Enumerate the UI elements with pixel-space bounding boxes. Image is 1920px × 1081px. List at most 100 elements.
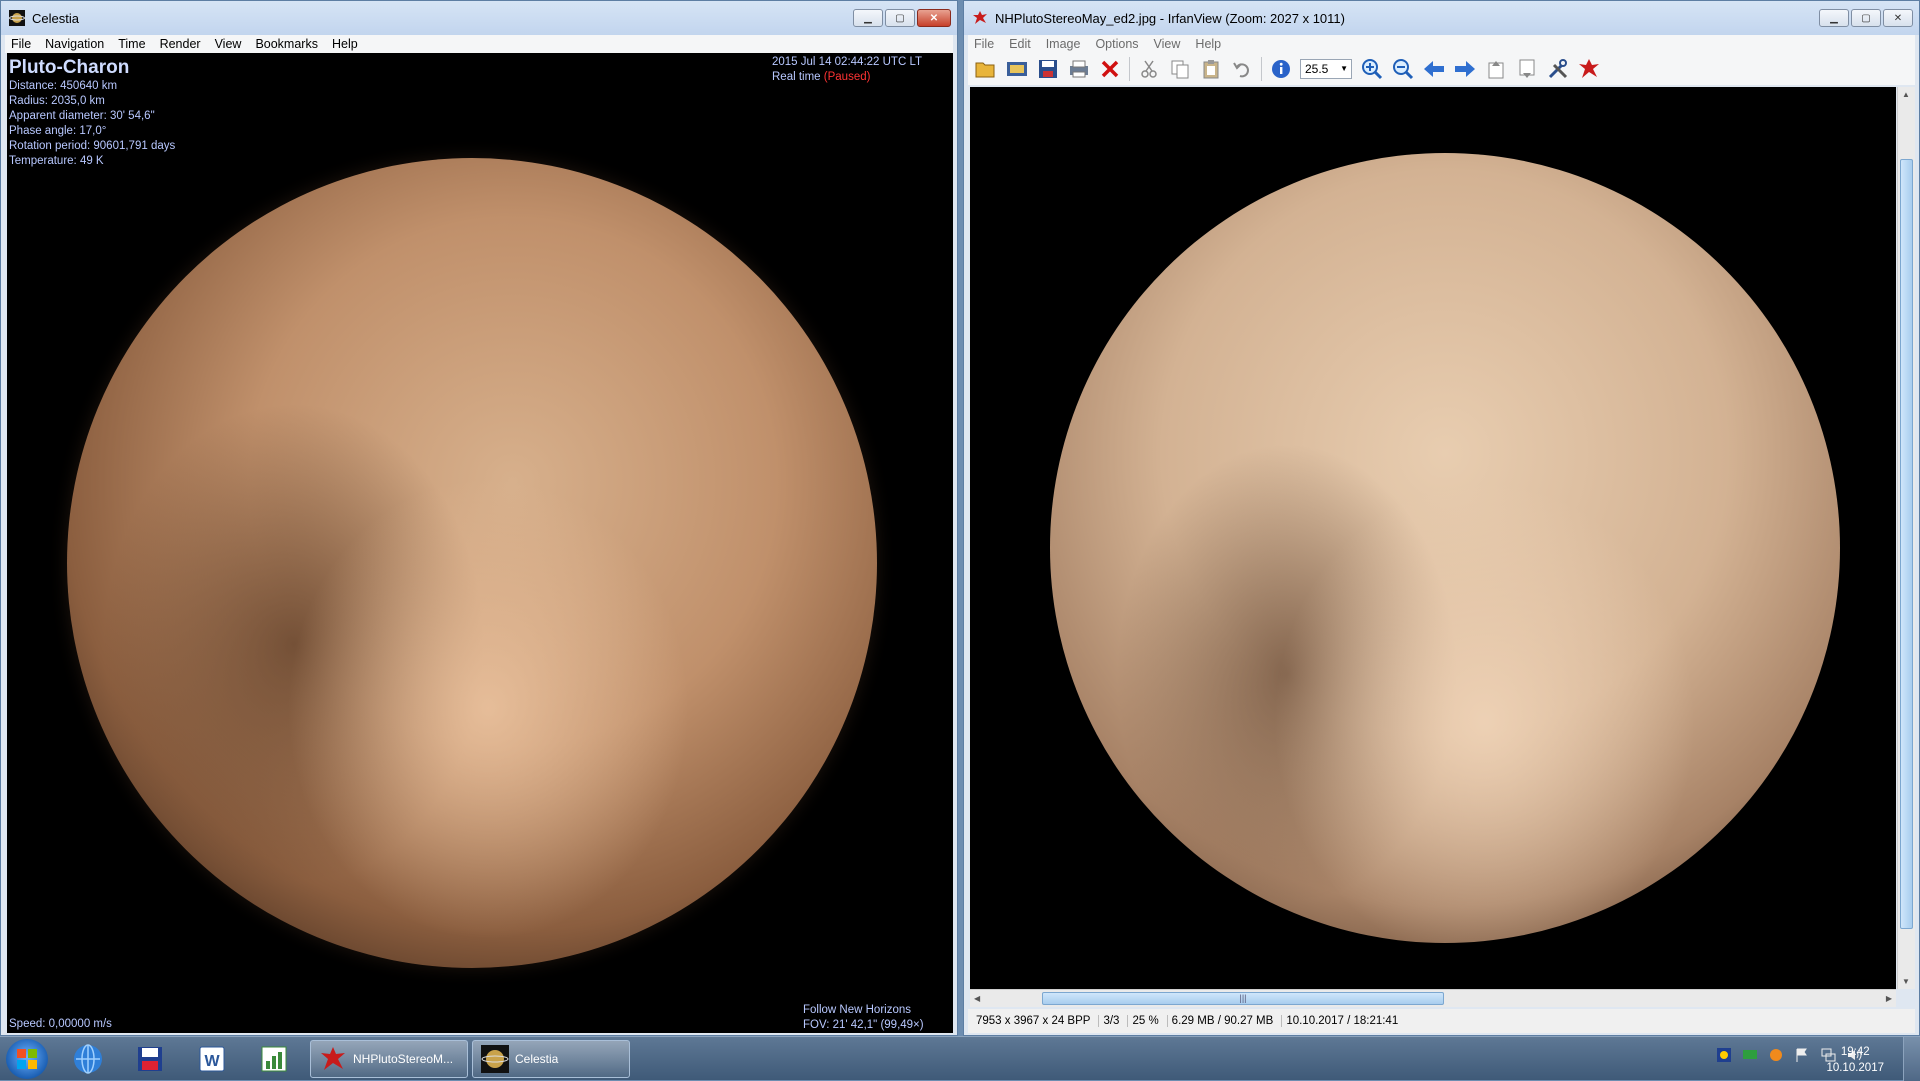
simulation-datetime: 2015 Jul 14 02:44:22 UTC LT <box>772 56 923 68</box>
minimize-icon: ▁ <box>1830 12 1838 24</box>
tray-app-icon[interactable] <box>1716 1047 1732 1063</box>
status-zoom: 25 % <box>1128 1015 1168 1027</box>
pinned-browser[interactable] <box>68 1041 108 1077</box>
shield-icon <box>1717 1048 1731 1062</box>
open-button[interactable] <box>974 57 998 81</box>
menu-edit[interactable]: Edit <box>1009 37 1031 51</box>
globe-icon <box>74 1044 102 1074</box>
undo-button[interactable] <box>1230 57 1254 81</box>
tray-network-green[interactable] <box>1742 1047 1758 1063</box>
menu-file[interactable]: File <box>11 37 31 51</box>
pinned-chart-app[interactable] <box>254 1041 294 1077</box>
arrow-left-icon <box>1424 61 1444 77</box>
menu-render[interactable]: Render <box>160 37 201 51</box>
pluto-photo <box>1050 153 1840 943</box>
real-time-label: Real time <box>772 71 821 83</box>
clipboard-icon <box>1203 60 1219 79</box>
grip-icon: ||| <box>1239 993 1247 1003</box>
slideshow-button[interactable] <box>1005 57 1029 81</box>
first-page-button[interactable] <box>1484 57 1508 81</box>
print-button[interactable] <box>1067 57 1091 81</box>
zoom-select[interactable]: 25.5 ▼ <box>1300 59 1352 79</box>
minimize-icon: ▁ <box>864 12 872 24</box>
horizontal-scrollbar[interactable]: ◀ ||| ▶ <box>970 989 1896 1007</box>
last-page-button[interactable] <box>1515 57 1539 81</box>
menu-help[interactable]: Help <box>1195 37 1221 51</box>
taskbar-item-irfanview[interactable]: NHPlutoStereoM... <box>310 1040 468 1078</box>
settings-button[interactable] <box>1546 57 1570 81</box>
minimize-button[interactable]: ▁ <box>853 9 883 27</box>
menu-view[interactable]: View <box>1154 37 1181 51</box>
pinned-word[interactable]: W <box>192 1041 232 1077</box>
page-up-icon <box>1488 61 1504 79</box>
celestia-titlebar[interactable]: Celestia ▁ ▢ ✕ <box>1 1 957 35</box>
close-button[interactable]: ✕ <box>917 9 951 27</box>
zoom-in-button[interactable] <box>1360 57 1384 81</box>
celestia-app-icon <box>481 1045 509 1073</box>
speed-readout: Speed: 0,00000 m/s <box>9 1018 112 1030</box>
menu-time[interactable]: Time <box>118 37 145 51</box>
zoom-in-icon <box>1362 59 1383 80</box>
taskbar-item-celestia[interactable]: Celestia <box>472 1040 630 1078</box>
vertical-scrollbar[interactable]: ▲ ▼ <box>1897 87 1915 989</box>
delete-button[interactable] <box>1098 57 1122 81</box>
horizontal-scroll-thumb[interactable]: ||| <box>1042 992 1444 1005</box>
phase-angle-readout: Phase angle: 17,0° <box>9 125 107 137</box>
menu-options[interactable]: Options <box>1095 37 1138 51</box>
maximize-button[interactable]: ▢ <box>885 9 915 27</box>
monitor-icon <box>1743 1050 1757 1059</box>
zoom-out-icon <box>1393 59 1414 80</box>
previous-image-button[interactable] <box>1422 57 1446 81</box>
undo-icon <box>1233 62 1249 78</box>
irfanview-app-icon <box>973 11 987 24</box>
pluto-render <box>67 158 877 968</box>
copy-button[interactable] <box>1168 57 1192 81</box>
camera-panel: Follow New Horizons FOV: 21' 42,1" (99,4… <box>803 1003 924 1033</box>
celestia-render-view[interactable]: Pluto-Charon Distance: 450640 km Radius:… <box>7 53 953 1033</box>
svg-text:W: W <box>204 1053 220 1070</box>
pinned-app-floppy[interactable] <box>130 1041 170 1077</box>
show-desktop-button[interactable] <box>1903 1037 1920 1081</box>
fov-readout: FOV: 21' 42,1" (99,49×) <box>803 1019 924 1031</box>
floppy-disk-icon <box>138 1047 162 1071</box>
time-panel: 2015 Jul 14 02:44:22 UTC LT Real time (P… <box>772 55 922 85</box>
vertical-scroll-thumb[interactable] <box>1900 159 1913 929</box>
zoom-out-button[interactable] <box>1391 57 1415 81</box>
maximize-button[interactable]: ▢ <box>1851 9 1881 27</box>
menu-navigation[interactable]: Navigation <box>45 37 104 51</box>
menu-image[interactable]: Image <box>1046 37 1081 51</box>
image-info-button[interactable] <box>1269 57 1293 81</box>
about-irfanview-button[interactable] <box>1577 57 1601 81</box>
clock-time: 19:42 <box>1840 1046 1870 1058</box>
irfanview-logo-icon <box>321 1047 345 1070</box>
paste-button[interactable] <box>1199 57 1223 81</box>
irfanview-window[interactable]: NHPlutoStereoMay_ed2.jpg - IrfanView (Zo… <box>963 0 1920 1036</box>
printer-icon <box>1070 60 1088 78</box>
follow-target: Follow New Horizons <box>803 1004 912 1016</box>
system-clock[interactable]: 19:42 10.10.2017 <box>1826 1044 1884 1076</box>
minimize-button[interactable]: ▁ <box>1819 9 1849 27</box>
celestia-window[interactable]: Celestia ▁ ▢ ✕ File Navigation Time Rend… <box>0 0 958 1036</box>
tray-action-center[interactable] <box>1794 1047 1810 1063</box>
scissors-icon <box>1141 60 1157 78</box>
menu-help[interactable]: Help <box>332 37 358 51</box>
menu-file[interactable]: File <box>974 37 994 51</box>
menu-bookmarks[interactable]: Bookmarks <box>255 37 318 51</box>
menu-view[interactable]: View <box>215 37 242 51</box>
irfanview-titlebar[interactable]: NHPlutoStereoMay_ed2.jpg - IrfanView (Zo… <box>964 1 1919 35</box>
next-image-button[interactable] <box>1453 57 1477 81</box>
start-button[interactable] <box>6 1039 48 1079</box>
floppy-disk-icon <box>1039 60 1057 78</box>
cut-button[interactable] <box>1137 57 1161 81</box>
status-date: 10.10.2017 / 18:21:41 <box>1286 1015 1399 1027</box>
maximize-icon: ▢ <box>1861 12 1871 24</box>
image-view-area[interactable] <box>970 87 1896 989</box>
distance-readout: Distance: 450640 km <box>9 80 118 92</box>
object-info-panel: Pluto-Charon Distance: 450640 km Radius:… <box>9 57 175 169</box>
scroll-right-icon: ▶ <box>1885 994 1892 1003</box>
status-index: 3/3 <box>1099 1015 1129 1027</box>
close-icon: ✕ <box>1893 12 1903 24</box>
close-button[interactable]: ✕ <box>1883 9 1913 27</box>
save-button[interactable] <box>1036 57 1060 81</box>
tray-orange-app[interactable] <box>1768 1047 1784 1063</box>
